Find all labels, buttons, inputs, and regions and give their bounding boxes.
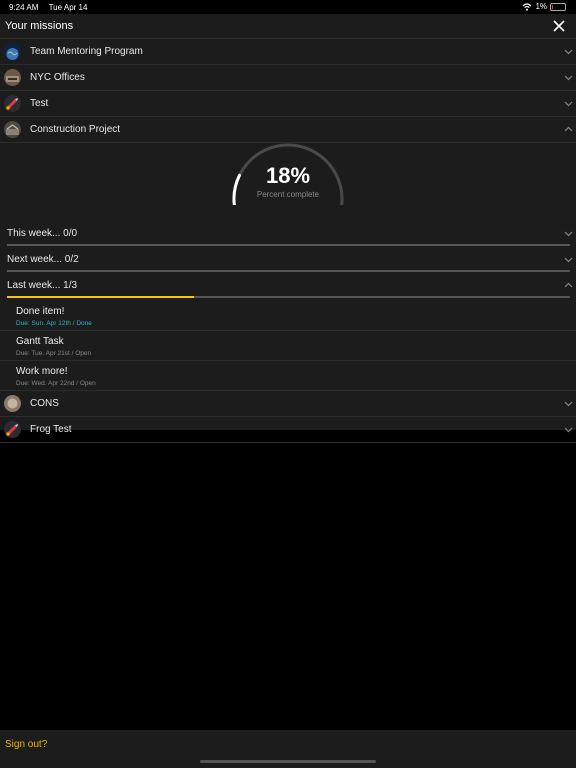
sign-out-link[interactable]: Sign out? — [5, 739, 47, 750]
close-icon[interactable] — [552, 19, 566, 33]
mission-label: Team Mentoring Program — [30, 46, 143, 57]
week-progress-track — [7, 270, 570, 272]
week-row-last-week[interactable]: Last week... 1/3 — [0, 275, 576, 301]
status-date: Tue Apr 14 — [48, 3, 88, 12]
chevron-down-icon[interactable] — [564, 73, 573, 82]
mission-label: NYC Offices — [30, 72, 85, 83]
rocket-avatar-icon — [4, 421, 21, 438]
mission-label: Test — [30, 98, 49, 109]
chevron-up-icon[interactable] — [564, 281, 573, 290]
progress-caption: Percent complete — [256, 190, 320, 199]
task-due: Due: Sun. Apr 12th / Done — [16, 320, 92, 327]
chevron-down-icon[interactable] — [564, 255, 573, 264]
task-row[interactable]: Done item! Due: Sun. Apr 12th / Done — [0, 301, 576, 331]
mission-row-frog-test[interactable]: Frog Test — [0, 417, 576, 443]
battery-percent: 1% — [535, 2, 547, 11]
week-row-this-week[interactable]: This week... 0/0 — [0, 223, 576, 249]
task-name: Work more! — [16, 366, 68, 377]
cons-avatar-icon — [4, 395, 21, 412]
task-name: Done item! — [16, 306, 65, 317]
globe-avatar-icon — [4, 43, 21, 60]
progress-gauge: 18% Percent complete — [0, 143, 576, 223]
task-due: Due: Tue. Apr 21st / Open — [16, 350, 92, 357]
task-list: Done item! Due: Sun. Apr 12th / Done Gan… — [0, 301, 576, 390]
construction-avatar-icon — [4, 121, 21, 138]
chevron-down-icon[interactable] — [564, 47, 573, 56]
mission-row-cons[interactable]: CONS — [0, 390, 576, 417]
task-name: Gantt Task — [16, 336, 64, 347]
missions-header: Your missions — [0, 14, 576, 39]
office-avatar-icon — [4, 69, 21, 86]
footer: Sign out? — [0, 730, 576, 768]
mission-row-nyc-offices[interactable]: NYC Offices — [0, 65, 576, 91]
week-progress-track — [7, 296, 570, 298]
missions-panel: Your missions Team Mentoring Program NYC… — [0, 14, 576, 443]
mission-label: Construction Project — [30, 124, 121, 135]
week-row-next-week[interactable]: Next week... 0/2 — [0, 249, 576, 275]
progress-percent: 18% — [265, 163, 311, 188]
chevron-down-icon[interactable] — [564, 399, 573, 408]
week-progress-fill — [7, 296, 195, 298]
mission-label: Frog Test — [30, 424, 72, 435]
task-row[interactable]: Work more! Due: Wed. Apr 22nd / Open — [0, 361, 576, 390]
status-time: 9:24 AM — [9, 3, 39, 12]
wifi-icon — [523, 2, 532, 11]
mission-row-team-mentoring[interactable]: Team Mentoring Program — [0, 39, 576, 65]
home-indicator — [200, 760, 376, 763]
task-row[interactable]: Gantt Task Due: Tue. Apr 21st / Open — [0, 331, 576, 361]
chevron-up-icon[interactable] — [564, 125, 573, 134]
rocket-avatar-icon — [4, 95, 21, 112]
page-title: Your missions — [5, 20, 74, 32]
week-label: Last week... 1/3 — [7, 280, 78, 291]
chevron-down-icon[interactable] — [564, 229, 573, 238]
mission-label: CONS — [30, 398, 59, 409]
week-label: This week... 0/0 — [7, 228, 78, 239]
chevron-down-icon[interactable] — [564, 425, 573, 434]
week-label: Next week... 0/2 — [7, 254, 79, 265]
battery-icon — [550, 2, 566, 11]
task-due: Due: Wed. Apr 22nd / Open — [16, 380, 96, 387]
mission-row-construction-project[interactable]: Construction Project — [0, 117, 576, 143]
status-bar: 9:24 AM Tue Apr 14 1% — [0, 0, 576, 14]
week-progress-track — [7, 244, 570, 246]
mission-row-test[interactable]: Test — [0, 91, 576, 117]
chevron-down-icon[interactable] — [564, 99, 573, 108]
